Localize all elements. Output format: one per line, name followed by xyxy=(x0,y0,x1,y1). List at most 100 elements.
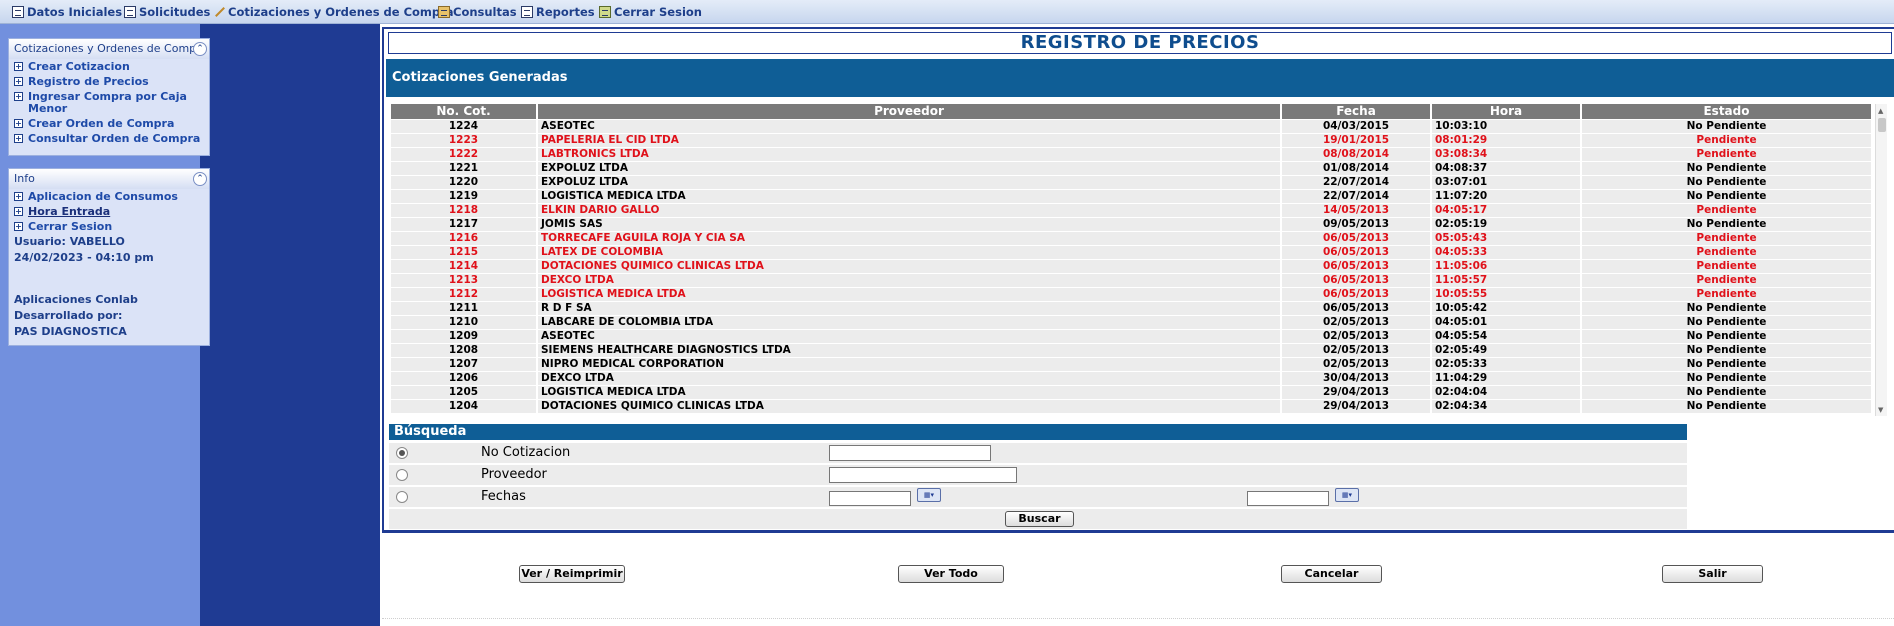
table-row[interactable]: 1224 ASEOTEC 04/03/2015 10:03:10 No Pendient… xyxy=(391,120,1871,134)
sidebar-item-hora-entrada[interactable]: + Hora Entrada xyxy=(9,204,209,219)
column-header-estado[interactable]: Estado xyxy=(1582,104,1871,120)
search-row-no-cotizacion: No Cotizacion xyxy=(389,443,1687,463)
table-row[interactable]: 1212 LOGISTICA MEDICA LTDA 06/05/2013 10:05… xyxy=(391,288,1871,302)
ver-todo-button[interactable]: Ver Todo xyxy=(898,565,1004,583)
sidebar-item-label: Aplicacion de Consumos xyxy=(28,190,178,203)
radio-proveedor[interactable] xyxy=(396,469,408,481)
salir-button[interactable]: Salir xyxy=(1662,565,1763,583)
scroll-down-icon[interactable]: ▼ xyxy=(1878,406,1883,414)
cell-no-cot: 1220 xyxy=(391,176,536,190)
proveedor-input[interactable] xyxy=(829,467,1017,483)
calendar-icon[interactable]: ▦▾ xyxy=(917,488,941,502)
sidebar-item-registro-precios[interactable]: + Registro de Precios xyxy=(9,74,209,89)
table-row[interactable]: 1214 DOTACIONES QUIMICO CLINICAS LTDA 06/0… xyxy=(391,260,1871,274)
cell-estado: Pendiente xyxy=(1582,204,1871,218)
cell-hora: 02:05:49 xyxy=(1432,344,1580,358)
table-row[interactable]: 1217 JOMIS SAS 09/05/2013 02:05:19 No Pendie… xyxy=(391,218,1871,232)
cell-fecha: 06/05/2013 xyxy=(1282,246,1430,260)
page-title: REGISTRO DE PRECIOS xyxy=(1020,32,1260,53)
menu-solicitudes[interactable]: Solicitudes xyxy=(124,4,210,20)
cell-hora: 04:05:33 xyxy=(1432,246,1580,260)
sidebar-item-crear-orden[interactable]: + Crear Orden de Compra xyxy=(9,116,209,131)
sidebar-item-aplicacion-consumos[interactable]: + Aplicacion de Consumos xyxy=(9,189,209,204)
cell-estado: Pendiente xyxy=(1582,274,1871,288)
cell-no-cot: 1206 xyxy=(391,372,536,386)
scrollbar-thumb[interactable] xyxy=(1878,118,1886,132)
table-row[interactable]: 1207 NIPRO MEDICAL CORPORATION 02/05/2013 0… xyxy=(391,358,1871,372)
table-row[interactable]: 1209 ASEOTEC 02/05/2013 04:05:54 No Pendient… xyxy=(391,330,1871,344)
cell-hora: 02:04:34 xyxy=(1432,400,1580,414)
table-row[interactable]: 1210 LABCARE DE COLOMBIA LTDA 02/05/2013 04… xyxy=(391,316,1871,330)
cell-estado: No Pendiente xyxy=(1582,190,1871,204)
sidebar-item-cerrar-sesion[interactable]: + Cerrar Sesion xyxy=(9,219,209,234)
cell-fecha: 02/05/2013 xyxy=(1282,316,1430,330)
fecha-desde-input[interactable] xyxy=(829,491,911,506)
cell-no-cot: 1205 xyxy=(391,386,536,400)
table-row[interactable]: 1206 DEXCO LTDA 30/04/2013 11:04:29 No Pendi… xyxy=(391,372,1871,386)
sidebar-item-consultar-orden[interactable]: + Consultar Orden de Compra xyxy=(9,131,209,146)
datetime-label: 24/02/2023 - 04:10 pm xyxy=(14,251,154,264)
cell-proveedor: LABCARE DE COLOMBIA LTDA xyxy=(538,316,1280,330)
table-row[interactable]: 1222 LABTRONICS LTDA 08/08/2014 03:08:34 Pen… xyxy=(391,148,1871,162)
column-header-fecha[interactable]: Fecha xyxy=(1282,104,1430,120)
fecha-hasta-input[interactable] xyxy=(1247,491,1329,506)
sidebar-navy-column xyxy=(200,24,380,626)
cell-estado: No Pendiente xyxy=(1582,330,1871,344)
menu-cotizaciones[interactable]: Cotizaciones y Ordenes de Compra xyxy=(213,4,454,20)
table-row[interactable]: 1223 PAPELERIA EL CID LTDA 19/01/2015 08:01… xyxy=(391,134,1871,148)
menu-consultas[interactable]: Consultas xyxy=(438,4,517,20)
cell-fecha: 02/05/2013 xyxy=(1282,358,1430,372)
collapse-icon[interactable]: ⌃ xyxy=(193,42,207,56)
table-row[interactable]: 1208 SIEMENS HEALTHCARE DIAGNOSTICS LTDA 0… xyxy=(391,344,1871,358)
search-bin-icon xyxy=(438,6,450,18)
sidebar-item-label: Consultar Orden de Compra xyxy=(28,132,201,145)
exit-icon xyxy=(599,6,611,18)
cell-fecha: 29/04/2013 xyxy=(1282,400,1430,414)
cell-hora: 02:05:33 xyxy=(1432,358,1580,372)
radio-no-cotizacion[interactable] xyxy=(396,447,408,459)
menu-datos-iniciales[interactable]: Datos Iniciales xyxy=(12,4,122,20)
quotes-table-container[interactable]: No. Cot. Proveedor Fecha Hora Estado 122… xyxy=(389,104,1887,416)
cell-hora: 04:05:17 xyxy=(1432,204,1580,218)
cell-no-cot: 1223 xyxy=(391,134,536,148)
table-row[interactable]: 1215 LATEX DE COLOMBIA 06/05/2013 04:05:33 P… xyxy=(391,246,1871,260)
radio-fechas[interactable] xyxy=(396,491,408,503)
cell-hora: 04:05:01 xyxy=(1432,316,1580,330)
user-label: Usuario: VABELLO xyxy=(14,235,125,248)
sidebar-item-crear-cotizacion[interactable]: + Crear Cotizacion xyxy=(9,59,209,74)
cell-estado: Pendiente xyxy=(1582,288,1871,302)
cell-estado: No Pendiente xyxy=(1582,120,1871,134)
menu-cerrar-sesion[interactable]: Cerrar Sesion xyxy=(599,4,702,20)
table-row[interactable]: 1219 LOGISTICA MEDICA LTDA 22/07/2014 11:07… xyxy=(391,190,1871,204)
table-row[interactable]: 1211 R D F SA 06/05/2013 10:05:42 No Pendien… xyxy=(391,302,1871,316)
table-row[interactable]: 1216 TORRECAFE AGUILA ROJA Y CIA SA 06/05/… xyxy=(391,232,1871,246)
column-header-hora[interactable]: Hora xyxy=(1432,104,1580,120)
cell-fecha: 22/07/2014 xyxy=(1282,190,1430,204)
table-row[interactable]: 1205 LOGISTICA MEDICA LTDA 29/04/2013 02:04… xyxy=(391,386,1871,400)
table-row[interactable]: 1213 DEXCO LTDA 06/05/2013 11:05:57 Pendient… xyxy=(391,274,1871,288)
table-scrollbar[interactable]: ▲ ▼ xyxy=(1875,104,1887,416)
sidebar-item-compra-caja-menor[interactable]: + Ingresar Compra por Caja Menor xyxy=(9,89,209,116)
cancelar-button[interactable]: Cancelar xyxy=(1281,565,1382,583)
cell-proveedor: LABTRONICS LTDA xyxy=(538,148,1280,162)
ver-reimprimir-button[interactable]: Ver / Reimprimir xyxy=(519,565,625,583)
cell-hora: 03:07:01 xyxy=(1432,176,1580,190)
cell-hora: 02:04:04 xyxy=(1432,386,1580,400)
cell-estado: No Pendiente xyxy=(1582,400,1871,414)
cell-estado: No Pendiente xyxy=(1582,218,1871,232)
calendar-icon[interactable]: ▦▾ xyxy=(1335,488,1359,502)
table-row[interactable]: 1204 DOTACIONES QUIMICO CLINICAS LTDA 29/0… xyxy=(391,400,1871,414)
collapse-icon[interactable]: ⌃ xyxy=(193,172,207,186)
table-row[interactable]: 1218 ELKIN DARIO GALLO 14/05/2013 04:05:17 P… xyxy=(391,204,1871,218)
top-menu-bar: Datos Iniciales Solicitudes Cotizaciones… xyxy=(0,0,1894,24)
cell-hora: 10:05:42 xyxy=(1432,302,1580,316)
buscar-button[interactable]: Buscar xyxy=(1005,511,1074,527)
column-header-no-cot[interactable]: No. Cot. xyxy=(391,104,536,120)
table-row[interactable]: 1221 EXPOLUZ LTDA 01/08/2014 04:08:37 No Pen… xyxy=(391,162,1871,176)
table-row[interactable]: 1220 EXPOLUZ LTDA 22/07/2014 03:07:01 No Pen… xyxy=(391,176,1871,190)
no-cotizacion-input[interactable] xyxy=(829,445,991,461)
cell-hora: 11:05:57 xyxy=(1432,274,1580,288)
column-header-proveedor[interactable]: Proveedor xyxy=(538,104,1280,120)
scroll-up-icon[interactable]: ▲ xyxy=(1878,107,1883,115)
menu-reportes[interactable]: Reportes xyxy=(521,4,595,20)
